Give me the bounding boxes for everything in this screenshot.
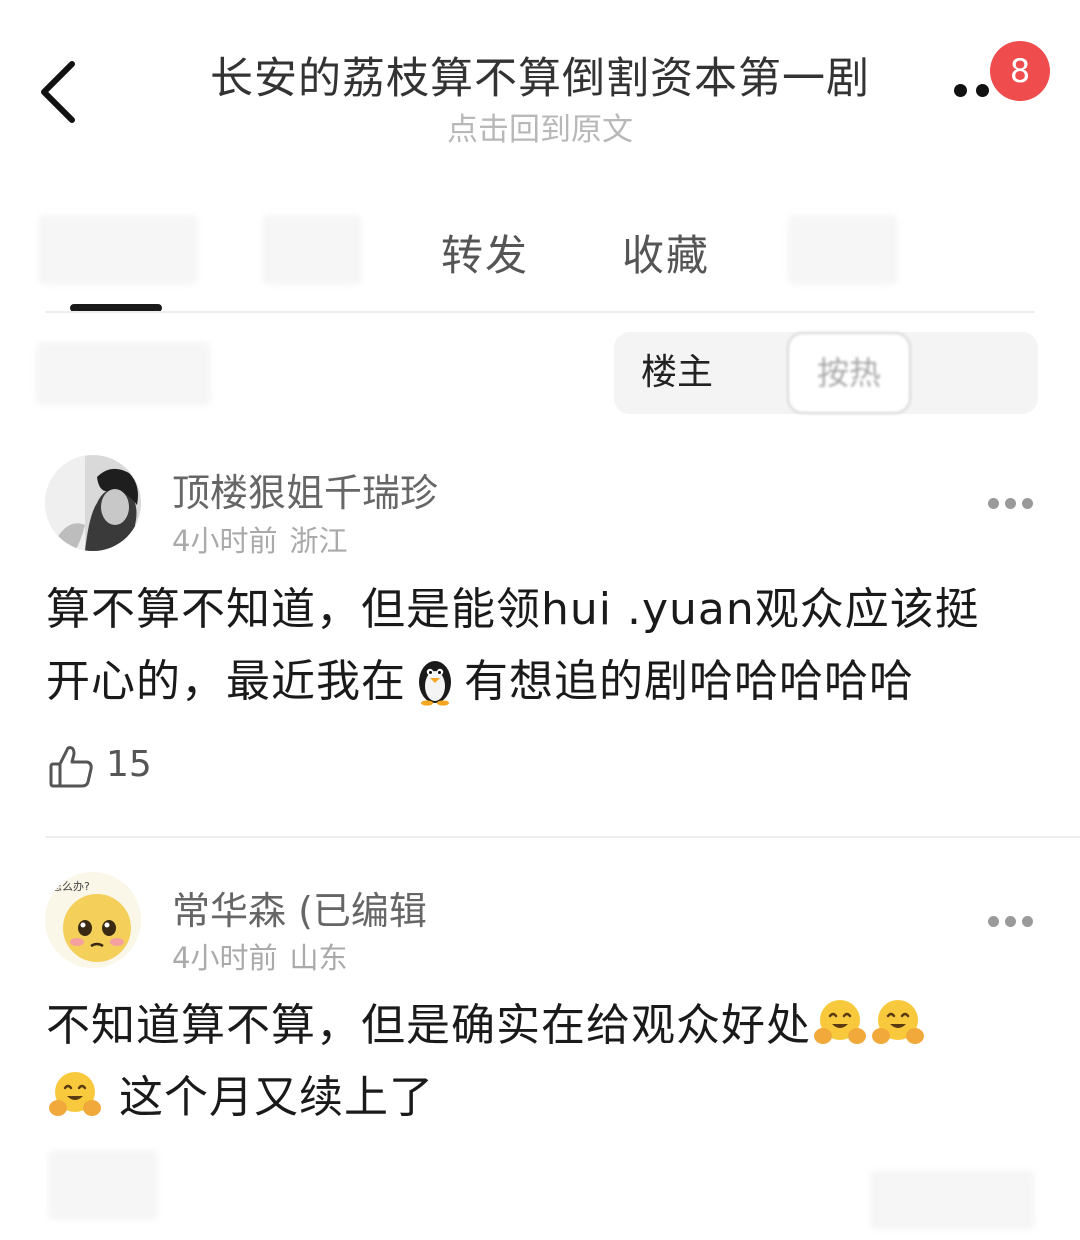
filter-op-only-button[interactable]: 楼主 <box>614 332 740 414</box>
post-title[interactable]: 长安的荔枝算不算倒割资本第一剧 <box>150 44 930 106</box>
comment-username[interactable]: 顶楼狠姐千瑞珍 <box>172 462 438 517</box>
thumbs-up-icon <box>49 746 93 788</box>
comment-meta: 4小时前 山东 <box>172 935 347 977</box>
blurred-tab[interactable] <box>38 215 198 285</box>
more-options-button[interactable] <box>950 84 994 100</box>
blurred-tab[interactable] <box>788 215 898 285</box>
more-dot-icon <box>988 916 999 927</box>
more-dot-icon <box>1005 498 1016 509</box>
comment-text-line: 开心的，最近我在 有想追的剧哈哈哈哈哈 <box>46 646 1036 718</box>
hugging-face-emoji-icon <box>48 1068 102 1122</box>
more-dot-icon <box>988 498 999 509</box>
more-dot-icon <box>976 84 989 97</box>
avatar[interactable] <box>45 455 141 551</box>
comment-text[interactable]: 算不算不知道，但是能领hui .yuan观众应该挺 开心的，最近我在 有想追的剧… <box>46 574 1036 718</box>
comment-text-line: 这个月又续上了 <box>46 1062 1036 1134</box>
notification-badge[interactable]: 8 <box>990 41 1050 101</box>
comment-more-button[interactable] <box>988 498 1034 510</box>
more-dot-icon <box>954 84 967 97</box>
sort-hot-button[interactable]: 按热 <box>787 332 911 414</box>
avatar[interactable]: 怎么办? <box>45 872 141 968</box>
comment-location: 山东 <box>289 941 348 975</box>
like-button[interactable] <box>48 742 94 790</box>
hugging-face-emoji-icon <box>871 996 925 1050</box>
back-button[interactable] <box>30 52 90 132</box>
comment-divider <box>45 836 1080 838</box>
comment-more-button[interactable] <box>988 916 1034 928</box>
post-comments-screen: 长安的荔枝算不算倒割资本第一剧 点击回到原文 8 转发 收藏 楼主 按热 顶楼狠… <box>0 0 1080 1240</box>
comment-meta: 4小时前 浙江 <box>172 518 347 560</box>
comment-time: 4小时前 <box>172 524 278 558</box>
comment-text-line: 算不算不知道，但是能领hui .yuan观众应该挺 <box>46 584 980 635</box>
tab-repost[interactable]: 转发 <box>441 222 529 283</box>
blurred-comment-count <box>36 342 211 406</box>
more-dot-icon <box>1022 498 1033 509</box>
back-to-original-link[interactable]: 点击回到原文 <box>340 104 740 149</box>
like-count: 15 <box>106 744 152 785</box>
tabs-divider <box>45 311 1035 313</box>
tab-favorite[interactable]: 收藏 <box>622 222 710 283</box>
comment-username[interactable]: 常华森 (已编辑 <box>172 880 427 935</box>
chevron-left-icon <box>41 61 75 123</box>
comment-text[interactable]: 不知道算不算，但是确实在给观众好处 这个月又续上了 <box>46 990 1036 1134</box>
penguin-emoji-icon <box>408 652 462 706</box>
comment-location: 浙江 <box>289 524 348 558</box>
blurred-footer <box>48 1150 158 1220</box>
more-dot-icon <box>1005 916 1016 927</box>
blurred-footer <box>870 1170 1035 1230</box>
comment-time: 4小时前 <box>172 941 278 975</box>
more-dot-icon <box>1022 916 1033 927</box>
blurred-tab[interactable] <box>262 215 362 285</box>
hugging-face-emoji-icon <box>813 996 867 1050</box>
comment-text-line: 不知道算不算，但是确实在给观众好处 <box>46 990 1036 1062</box>
avatar-caption: 怎么办? <box>51 879 90 893</box>
